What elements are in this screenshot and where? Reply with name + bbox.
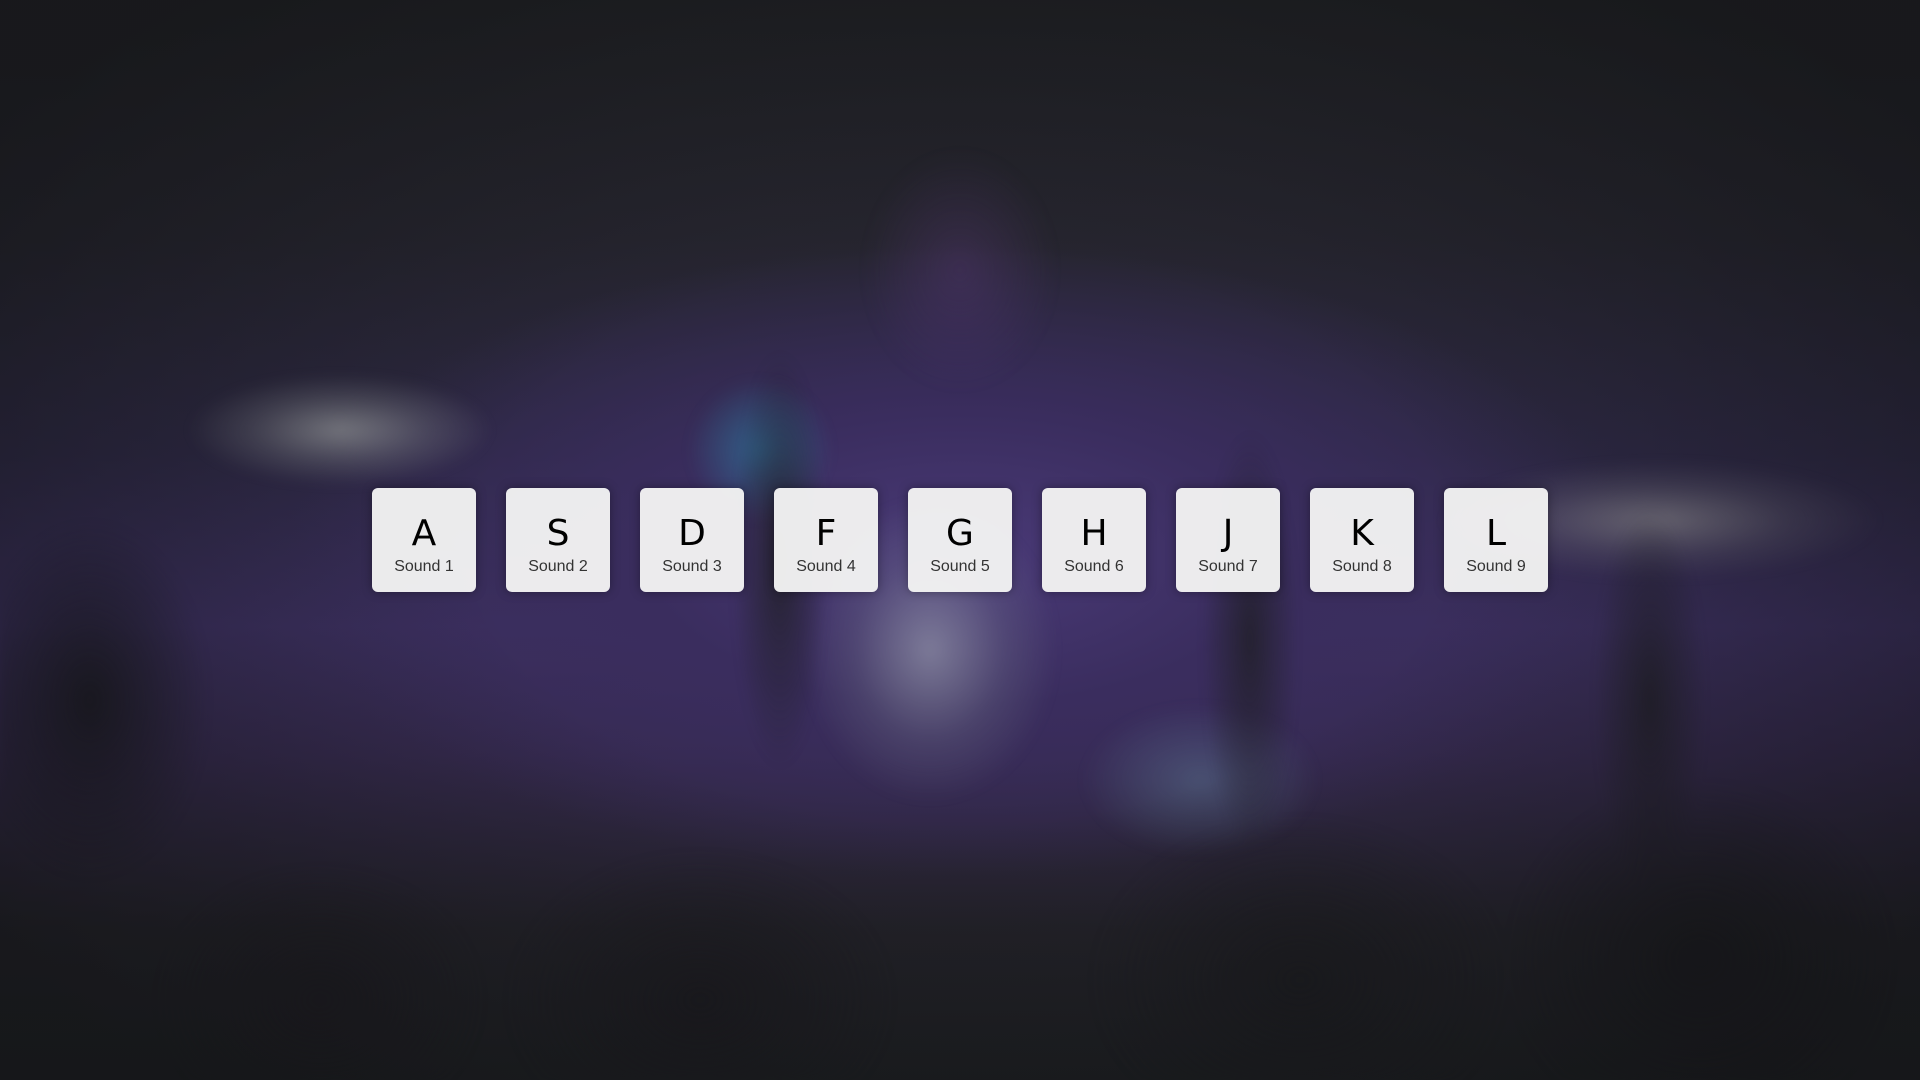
key-sound-label: Sound 6 [1064,557,1124,575]
key-sound-label: Sound 7 [1198,557,1258,575]
drum-kit-page: A Sound 1 S Sound 2 D Sound 3 F Sound 4 … [0,0,1920,1080]
key-k[interactable]: K Sound 8 [1310,488,1414,592]
key-letter: A [411,512,437,554]
key-letter: H [1080,512,1108,554]
key-s[interactable]: S Sound 2 [506,488,610,592]
key-letter: L [1485,512,1507,554]
key-sound-label: Sound 5 [930,557,990,575]
key-letter: K [1350,512,1374,554]
key-letter: S [546,512,570,554]
key-a[interactable]: A Sound 1 [372,488,476,592]
key-letter: D [678,512,706,554]
keys-row: A Sound 1 S Sound 2 D Sound 3 F Sound 4 … [372,488,1548,592]
key-sound-label: Sound 1 [394,557,454,575]
key-j[interactable]: J Sound 7 [1176,488,1280,592]
key-l[interactable]: L Sound 9 [1444,488,1548,592]
key-sound-label: Sound 2 [528,557,588,575]
key-letter: J [1222,512,1234,554]
key-h[interactable]: H Sound 6 [1042,488,1146,592]
key-d[interactable]: D Sound 3 [640,488,744,592]
key-sound-label: Sound 9 [1466,557,1526,575]
key-g[interactable]: G Sound 5 [908,488,1012,592]
key-sound-label: Sound 4 [796,557,856,575]
key-sound-label: Sound 8 [1332,557,1392,575]
key-f[interactable]: F Sound 4 [774,488,878,592]
key-sound-label: Sound 3 [662,557,722,575]
key-letter: G [946,512,974,554]
key-letter: F [815,512,837,554]
